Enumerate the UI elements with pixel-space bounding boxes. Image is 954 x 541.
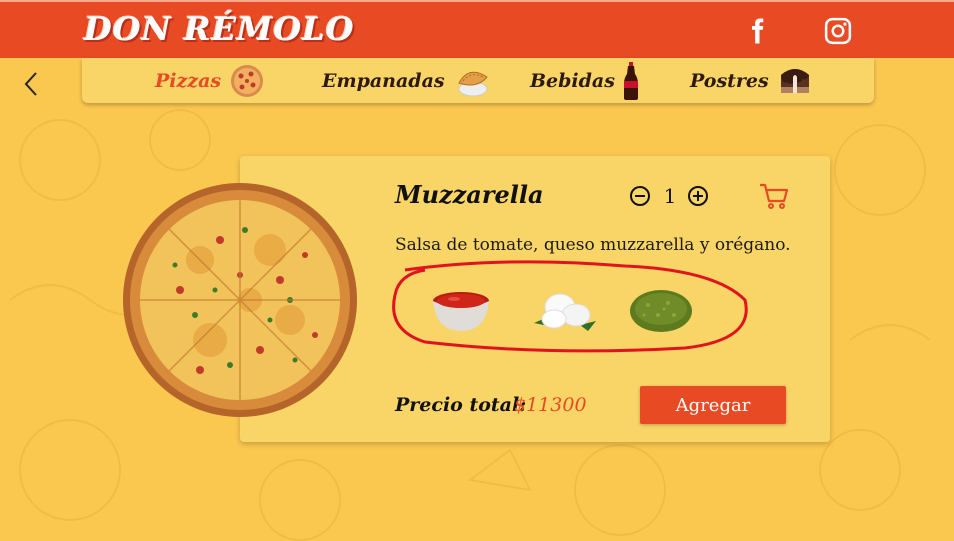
tomato-sauce-icon — [433, 292, 489, 331]
nav-item-label: Bebidas — [530, 70, 615, 92]
instagram-icon[interactable] — [823, 16, 853, 46]
nav-item-label: Postres — [690, 70, 769, 92]
top-header: DON RÉMOLO — [0, 0, 954, 58]
nav-item-empanadas[interactable]: Empanadas — [322, 62, 491, 100]
dessert-icon — [780, 69, 809, 93]
cart-icon[interactable] — [758, 180, 790, 212]
nav-item-label: Pizzas — [155, 70, 222, 92]
product-description: Salsa de tomate, queso muzzarella y orég… — [395, 235, 791, 255]
minus-circle-icon[interactable] — [629, 185, 651, 207]
nav-item-bebidas[interactable]: Bebidas — [530, 62, 639, 100]
add-to-cart-button[interactable]: Agregar — [640, 386, 786, 424]
facebook-icon[interactable] — [742, 16, 772, 46]
product-name: Muzzarella — [395, 180, 544, 209]
plus-circle-icon[interactable] — [687, 185, 709, 207]
oregano-icon — [630, 290, 692, 332]
category-nav: Pizzas Empanadas Bebidas Postres — [82, 58, 874, 103]
pizza-image — [123, 183, 357, 417]
back-arrow-icon[interactable] — [20, 70, 42, 98]
nav-item-postres[interactable]: Postres — [690, 62, 813, 100]
mozzarella-icon — [534, 293, 596, 331]
quantity-value: 1 — [663, 184, 677, 208]
brand-logo[interactable]: DON RÉMOLO — [84, 10, 355, 48]
soda-bottle-icon — [623, 62, 638, 100]
price-label: Precio total: — [395, 394, 527, 416]
nav-item-pizzas[interactable]: Pizzas — [155, 62, 265, 100]
empanada-icon — [457, 71, 488, 97]
nav-item-label: Empanadas — [322, 70, 445, 92]
pizza-icon — [231, 65, 264, 97]
price-value: $11300 — [514, 394, 587, 416]
